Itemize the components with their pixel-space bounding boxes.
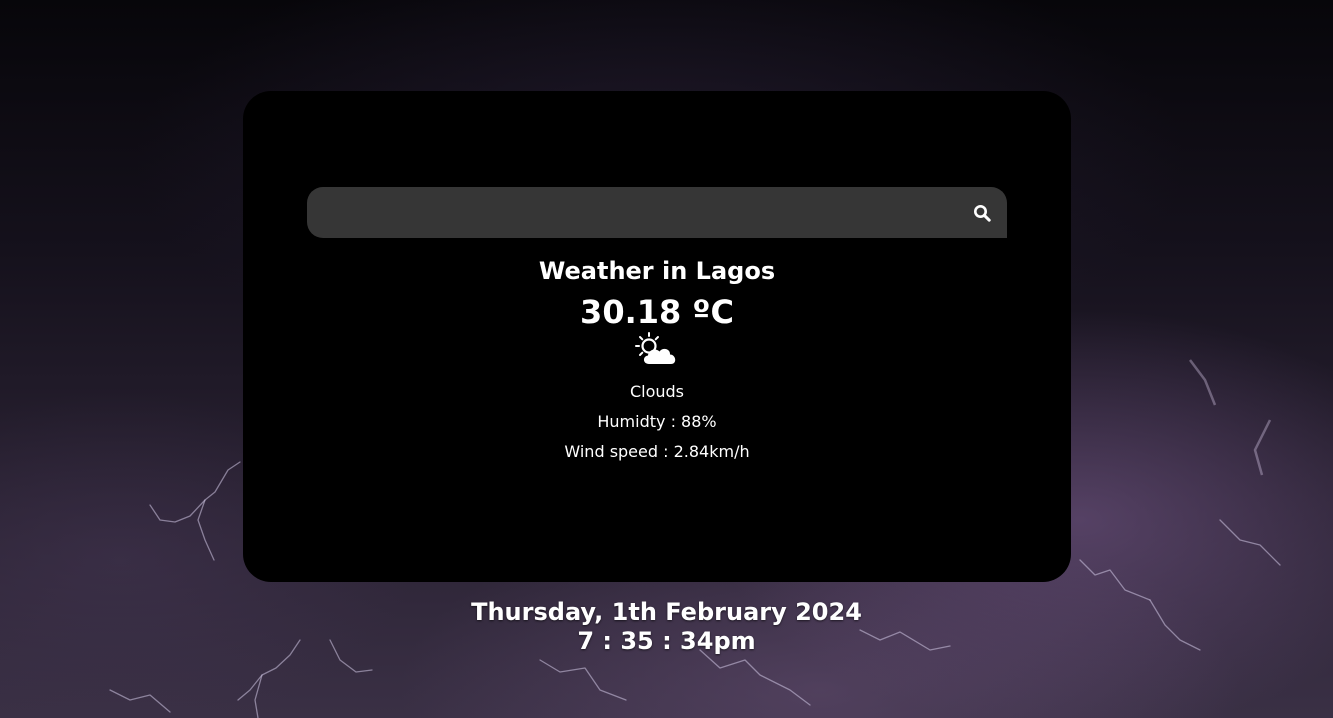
search-button[interactable] <box>968 199 995 226</box>
current-date: Thursday, 1th February 2024 <box>471 598 862 626</box>
partly-cloudy-icon <box>635 332 676 364</box>
weather-city-title: Weather in Lagos <box>538 257 776 285</box>
wind-speed-value: Wind speed : 2.84km/h <box>564 442 750 461</box>
temperature-value: 30.18 ºC <box>580 293 734 331</box>
weather-card: Weather in Lagos 30.18 ºC Clouds Humidty… <box>243 91 1071 582</box>
current-time: 7 : 35 : 34pm <box>577 627 756 655</box>
search-icon <box>973 204 991 222</box>
search-input[interactable] <box>307 187 947 238</box>
weather-description: Clouds <box>629 382 685 401</box>
search-bar <box>307 187 1007 238</box>
humidity-value: Humidty : 88% <box>597 412 717 431</box>
